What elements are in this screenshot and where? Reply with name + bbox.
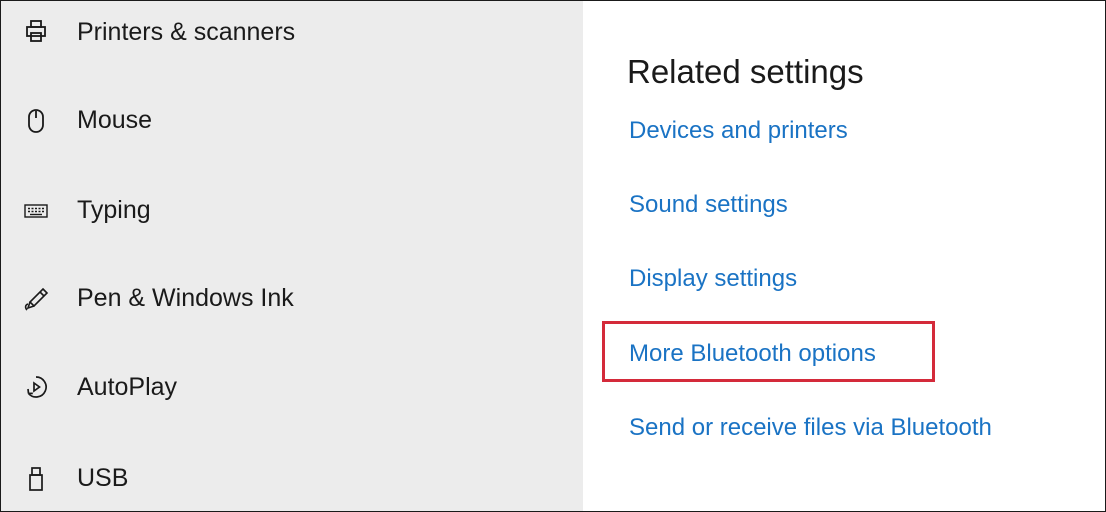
sidebar-item-typing[interactable]: Typing: [1, 181, 583, 241]
sidebar-item-usb[interactable]: USB: [1, 449, 583, 509]
mouse-icon: [21, 106, 51, 136]
sidebar-item-pen-windows-ink[interactable]: Pen & Windows Ink: [1, 269, 583, 329]
sidebar-item-label: Pen & Windows Ink: [77, 284, 294, 312]
sidebar-item-label: Mouse: [77, 106, 153, 134]
sidebar-item-label: Typing: [77, 196, 151, 224]
display-settings-link[interactable]: Display settings: [629, 265, 797, 293]
sidebar-item-mouse[interactable]: Mouse: [1, 91, 583, 151]
keyboard-icon: [21, 196, 51, 226]
sidebar-item-label: USB: [77, 464, 129, 492]
sound-settings-link[interactable]: Sound settings: [629, 191, 788, 219]
sidebar-item-autoplay[interactable]: AutoPlay: [1, 357, 583, 417]
sidebar-item-label: Printers & scanners: [77, 18, 296, 46]
sidebar-item-label: AutoPlay: [77, 373, 178, 401]
pen-icon: [21, 284, 51, 314]
section-title: Related settings: [627, 53, 864, 90]
autoplay-icon: [21, 372, 51, 402]
usb-icon: [21, 464, 51, 494]
sidebar: Printers & scanners Mouse Typing Pen & W…: [1, 1, 583, 511]
devices-and-printers-link[interactable]: Devices and printers: [629, 117, 848, 145]
printer-icon: [21, 16, 51, 46]
related-settings-panel: Related settings Devices and printers So…: [583, 1, 1105, 511]
sidebar-item-printers-scanners[interactable]: Printers & scanners: [1, 1, 583, 61]
send-receive-files-bluetooth-link[interactable]: Send or receive files via Bluetooth: [629, 414, 992, 442]
settings-window: Printers & scanners Mouse Typing Pen & W…: [0, 0, 1106, 512]
more-bluetooth-options-link[interactable]: More Bluetooth options: [629, 340, 876, 368]
